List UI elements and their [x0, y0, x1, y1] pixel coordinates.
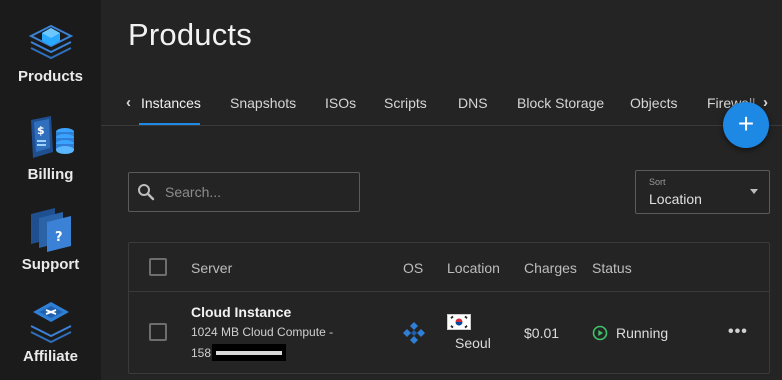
play-circle-icon [592, 325, 608, 341]
select-all-checkbox[interactable] [149, 258, 167, 276]
support-icon: ? [30, 208, 71, 252]
sidebar-item-label: Billing [27, 166, 74, 183]
billing-icon: $ [30, 116, 74, 158]
tab-block-storage[interactable]: Block Storage [517, 95, 604, 111]
add-button[interactable]: + [723, 102, 769, 148]
affiliate-icon [30, 302, 71, 344]
sidebar-item-label: Support [21, 256, 80, 273]
svg-text:$: $ [37, 124, 45, 137]
products-icon [28, 24, 73, 60]
more-options-icon[interactable]: ••• [728, 323, 748, 341]
active-tab-indicator [139, 123, 200, 125]
search-input[interactable] [165, 182, 351, 202]
server-plan: 1024 MB Cloud Compute - [191, 325, 334, 339]
table-row[interactable]: Cloud Instance 1024 MB Cloud Compute - 1… [129, 293, 769, 373]
tab-objects[interactable]: Objects [630, 95, 677, 111]
tab-bar: ‹ Instances Snapshots ISOs Scripts DNS B… [101, 84, 782, 126]
search-box [128, 172, 360, 212]
page-title: Products [128, 17, 252, 52]
sort-value: Location [649, 191, 702, 207]
location-city: Seoul [455, 335, 491, 351]
column-header-os[interactable]: OS [403, 260, 423, 276]
sort-select[interactable]: Sort Location [635, 170, 770, 214]
south-korea-flag-icon [447, 314, 471, 330]
tab-scroll-left-icon[interactable]: ‹ [126, 94, 131, 111]
tab-instances[interactable]: Instances [141, 95, 201, 111]
tab-dns[interactable]: DNS [458, 95, 488, 111]
status-text: Running [616, 325, 669, 341]
tab-scripts[interactable]: Scripts [384, 95, 427, 111]
sidebar-item-products[interactable]: Products [0, 16, 101, 85]
column-header-server[interactable]: Server [191, 260, 232, 276]
server-ip: 158 [191, 346, 212, 360]
tab-snapshots[interactable]: Snapshots [230, 95, 296, 111]
row-checkbox[interactable] [149, 323, 167, 341]
server-name[interactable]: Cloud Instance [191, 304, 291, 320]
column-header-status[interactable]: Status [592, 260, 632, 276]
sort-label: Sort [649, 177, 666, 187]
sidebar-item-label: Affiliate [22, 348, 78, 365]
search-icon [138, 184, 155, 201]
redacted-ip [212, 344, 286, 361]
tab-isos[interactable]: ISOs [325, 95, 356, 111]
os-logo-icon [403, 322, 425, 344]
instances-table: Server OS Location Charges Status Cloud … [128, 242, 770, 374]
sidebar-item-label: Products [17, 68, 83, 85]
sidebar: Products $ Billing ? Support Affiliate [0, 0, 101, 380]
sidebar-item-affiliate[interactable]: Affiliate [0, 300, 101, 365]
main-content: Products ‹ Instances Snapshots ISOs Scri… [101, 0, 782, 380]
column-header-charges[interactable]: Charges [524, 260, 577, 276]
charges-value: $0.01 [524, 325, 560, 341]
sidebar-item-billing[interactable]: $ Billing [0, 112, 101, 183]
tab-scroll-right-icon[interactable]: › [763, 94, 768, 111]
caret-down-icon [750, 189, 758, 194]
table-header: Server OS Location Charges Status [129, 243, 769, 292]
sidebar-item-support[interactable]: ? Support [0, 204, 101, 273]
column-header-location[interactable]: Location [447, 260, 500, 276]
svg-text:?: ? [55, 230, 63, 245]
